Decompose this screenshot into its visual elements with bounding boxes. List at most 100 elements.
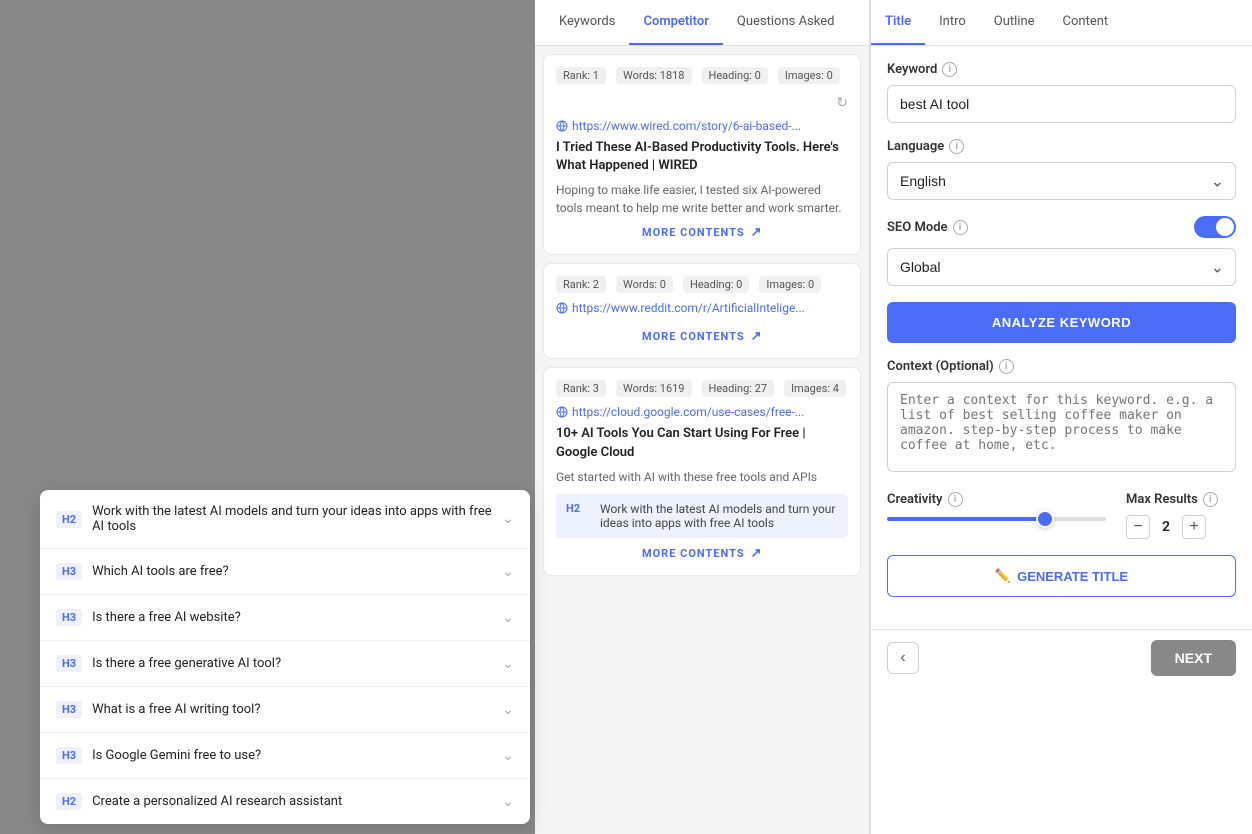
tab-competitor[interactable]: Competitor [629, 0, 722, 45]
tab-keywords[interactable]: Keywords [545, 0, 629, 45]
tab-outline[interactable]: Outline [980, 0, 1049, 45]
accordion-item-3[interactable]: H3 Is there a free AI website? ⌄ [40, 595, 530, 641]
global-select[interactable]: Global Local [887, 248, 1236, 286]
keyword-label: Keyword i [887, 62, 1236, 77]
accordion-item-4[interactable]: H3Is there a free generative AI tool?⌄ [40, 641, 530, 687]
rank-badge: Heading: 0 [683, 276, 749, 293]
toggle-knob [1216, 218, 1234, 236]
heading-tag: H2 [56, 511, 82, 528]
seo-mode-info-icon[interactable]: i [953, 220, 968, 235]
chevron-down-icon: ⌄ [502, 564, 514, 580]
middle-tabs: Keywords Competitor Questions Asked [535, 0, 869, 46]
accordion-item-text: What is a free AI writing tool? [92, 702, 492, 717]
right-tabs: Title Intro Outline Content [871, 0, 1252, 46]
more-contents-button-1[interactable]: MORE CONTENTS ↗ [556, 217, 848, 242]
accordion-item-text: Work with the latest AI models and turn … [92, 504, 492, 534]
competitor-item-1: Rank: 1Words: 1818Heading: 0Images: 0↻ht… [543, 54, 861, 255]
chevron-down-icon: ⌄ [502, 748, 514, 764]
accordion-item-text: Is Google Gemini free to use? [92, 748, 492, 763]
heading-tag: H3 [56, 609, 82, 626]
language-info-icon[interactable]: i [949, 139, 964, 154]
language-select-wrapper: English Spanish French ⌄ [887, 162, 1236, 200]
rank-bar-3: Rank: 3Words: 1619Heading: 27Images: 4 [556, 380, 848, 397]
accordion-item-text: Is there a free AI website? [92, 610, 492, 625]
creativity-info-icon[interactable]: i [948, 492, 963, 507]
keyword-info-icon[interactable]: i [942, 62, 957, 77]
generate-title-button[interactable]: ✏️ GENERATE TITLE [887, 555, 1236, 597]
more-contents-button-3[interactable]: MORE CONTENTS ↗ [556, 538, 848, 563]
context-group: Context (Optional) i [887, 359, 1236, 476]
accordion-item-text: Which AI tools are free? [92, 564, 492, 579]
competitor-title: 10+ AI Tools You Can Start Using For Fre… [556, 425, 848, 461]
stepper-decrement-button[interactable]: − [1126, 515, 1150, 539]
competitor-title: I Tried These AI-Based Productivity Tool… [556, 139, 848, 175]
language-label: Language i [887, 139, 1236, 154]
tab-intro[interactable]: Intro [925, 0, 980, 45]
middle-scroll[interactable]: Rank: 1Words: 1818Heading: 0Images: 0↻ht… [535, 46, 869, 832]
chevron-down-icon: ⌄ [502, 656, 514, 672]
global-select-wrapper-outer: Global Local ⌄ [887, 248, 1236, 286]
nav-row: ‹ NEXT [871, 629, 1252, 686]
heading-tag: H3 [56, 655, 82, 672]
accordion-item-7[interactable]: H2Create a personalized AI research assi… [40, 779, 530, 824]
accordion-item-6[interactable]: H3 Is Google Gemini free to use? ⌄ [40, 733, 530, 779]
seo-mode-row: SEO Mode i [887, 216, 1236, 238]
rank-badge: Images: 4 [784, 380, 846, 397]
chevron-down-icon: ⌄ [502, 702, 514, 718]
competitor-url[interactable]: https://www.wired.com/story/6-ai-based-.… [556, 119, 848, 133]
tab-content[interactable]: Content [1049, 0, 1123, 45]
rank-badge: Words: 1818 [616, 67, 692, 84]
creativity-label: Creativity i [887, 492, 1106, 507]
language-group: Language i English Spanish French ⌄ [887, 139, 1236, 200]
keyword-input[interactable] [887, 85, 1236, 123]
context-textarea[interactable] [887, 382, 1236, 472]
competitor-url[interactable]: https://cloud.google.com/use-cases/free-… [556, 405, 848, 419]
competitor-url-text: https://www.wired.com/story/6-ai-based-.… [572, 119, 801, 133]
tab-title[interactable]: Title [871, 0, 925, 45]
chevron-down-icon: ⌄ [502, 610, 514, 626]
competitor-description: Hoping to make life easier, I tested six… [556, 181, 848, 217]
context-info-icon[interactable]: i [999, 359, 1014, 374]
accordion-item-1[interactable]: H2 Work with the latest AI models and tur… [40, 490, 530, 549]
creativity-row: Creativity i Max Results i − 2 [887, 492, 1236, 539]
rank-bar-2: Rank: 2Words: 0Heading: 0Images: 0 [556, 276, 848, 293]
competitor-description: Get started with AI with these free tool… [556, 468, 848, 486]
creativity-slider-track[interactable] [887, 517, 1106, 521]
max-results-label: Max Results i [1126, 492, 1236, 507]
left-gray-area: H2 Work with the latest AI models and tur… [0, 0, 535, 834]
heading-tag: H3 [56, 747, 82, 764]
competitor-item-3: Rank: 3Words: 1619Heading: 27Images: 4ht… [543, 367, 861, 575]
right-panel: Title Intro Outline Content Keyword i La… [870, 0, 1252, 834]
next-button[interactable]: NEXT [1151, 640, 1236, 676]
seo-mode-toggle[interactable] [1194, 216, 1236, 238]
middle-panel: Keywords Competitor Questions Asked Rank… [535, 0, 870, 834]
competitor-h2-text: H2Work with the latest AI models and tur… [556, 494, 848, 538]
competitor-url-text: https://www.reddit.com/r/ArtificialIntel… [572, 301, 805, 315]
rank-badge: Rank: 2 [556, 276, 606, 293]
accordion-item-2[interactable]: H3 Which AI tools are free? ⌄ [40, 549, 530, 595]
rank-badge: Words: 1619 [616, 380, 692, 397]
rank-badge: Rank: 3 [556, 380, 606, 397]
heading-tag: H2 [56, 793, 82, 810]
nav-back-button[interactable]: ‹ [887, 642, 919, 674]
language-select[interactable]: English Spanish French [887, 162, 1236, 200]
rank-badge: Images: 0 [778, 67, 840, 84]
refresh-button[interactable]: ↻ [836, 94, 848, 111]
creativity-slider-fill [887, 517, 1040, 521]
analyze-keyword-button[interactable]: ANALYZE KEYWORD [887, 302, 1236, 343]
stepper-value: 2 [1156, 519, 1176, 535]
heading-tag: H3 [56, 563, 82, 580]
chevron-down-icon: ⌄ [502, 794, 514, 810]
heading-tag: H3 [56, 701, 82, 718]
creativity-slider-knob[interactable] [1036, 510, 1054, 528]
max-results-info-icon[interactable]: i [1203, 492, 1218, 507]
tab-questions[interactable]: Questions Asked [723, 0, 849, 45]
creativity-col: Creativity i [887, 492, 1106, 521]
seo-mode-label: SEO Mode i [887, 220, 968, 235]
competitor-item-2: Rank: 2Words: 0Heading: 0Images: 0 https:… [543, 263, 861, 359]
max-results-stepper: − 2 + [1126, 515, 1236, 539]
competitor-url[interactable]: https://www.reddit.com/r/ArtificialIntel… [556, 301, 848, 315]
accordion-item-5[interactable]: H3 What is a free AI writing tool? ⌄ [40, 687, 530, 733]
more-contents-button-2[interactable]: MORE CONTENTS ↗ [556, 321, 848, 346]
stepper-increment-button[interactable]: + [1182, 515, 1206, 539]
